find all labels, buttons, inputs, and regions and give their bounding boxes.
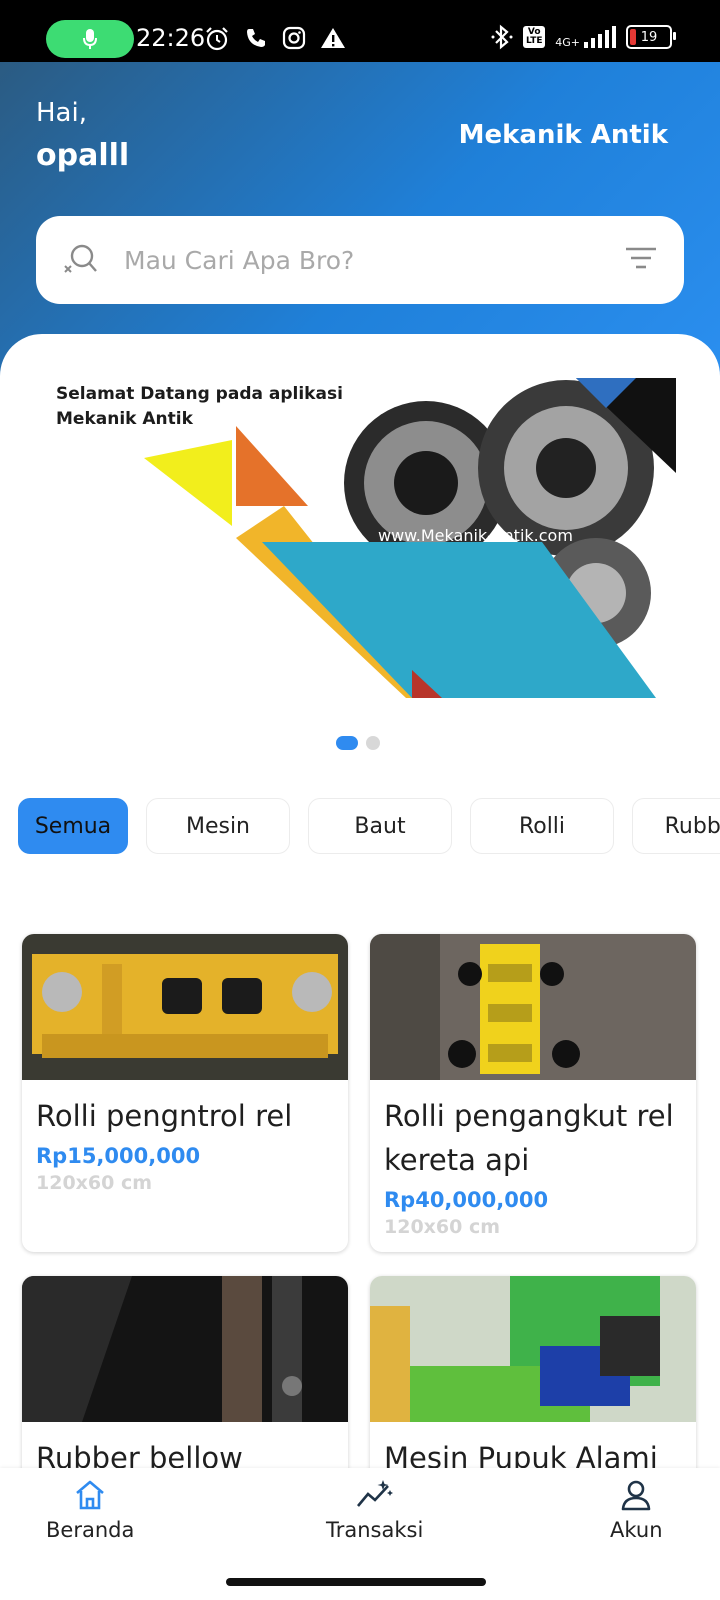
status-time: 22:26 [136, 24, 206, 52]
chip-rubber[interactable]: Rubber [632, 798, 720, 854]
product-size: 120x60 cm [384, 1216, 501, 1238]
banner-text: Selamat Datang pada aplikasi Mekanik Ant… [56, 384, 343, 429]
filter-icon[interactable] [624, 244, 658, 274]
username-text: opalll [36, 138, 130, 173]
carousel-indicator [336, 736, 380, 750]
chip-label: Semua [34, 813, 112, 839]
alarm-icon [206, 27, 228, 51]
bluetooth-icon [491, 24, 513, 50]
product-card[interactable]: Rolli pengntrol rel Rp15,000,000 120x60 … [22, 934, 348, 1252]
user-icon [621, 1480, 651, 1511]
product-image [22, 934, 348, 1080]
transaction-icon [356, 1480, 393, 1507]
product-title: Rolli pengangkut rel kereta api [384, 1099, 674, 1177]
chip-baut[interactable]: Baut [308, 798, 452, 854]
chip-label: Rolli [518, 813, 566, 839]
carousel-dot-active[interactable] [336, 736, 358, 750]
microphone-icon [83, 29, 97, 49]
product-price: Rp40,000,000 [384, 1188, 549, 1212]
chip-rolli[interactable]: Rolli [470, 798, 614, 854]
chip-label: Mesin [185, 813, 251, 839]
product-image [370, 934, 696, 1080]
nav-label: Akun [610, 1518, 663, 1542]
nav-label: Beranda [46, 1518, 135, 1542]
product-size: 120x60 cm [36, 1172, 153, 1194]
home-icon [76, 1480, 105, 1510]
signal-icon [584, 26, 616, 48]
network-type: 4G+ [555, 36, 580, 49]
phone-icon [247, 29, 265, 47]
home-indicator[interactable] [226, 1578, 486, 1586]
product-title: Rolli pengntrol rel [36, 1099, 293, 1133]
nav-transaksi[interactable]: Transaksi [326, 1478, 423, 1542]
product-image [370, 1276, 696, 1422]
brand-title: Mekanik Antik [458, 120, 668, 150]
chip-semua[interactable]: Semua [18, 798, 128, 854]
search-icon [64, 244, 97, 273]
volte-icon: Vo LTE [523, 26, 546, 48]
mic-indicator [46, 20, 134, 58]
nav-beranda[interactable]: Beranda [46, 1478, 134, 1542]
search-bar[interactable] [36, 216, 684, 304]
banner-url: www.Mekanik-Antik.com [378, 526, 573, 545]
status-bar: 22:26 Vo LTE 4G+ 19 [0, 0, 720, 62]
chip-label: Rubber [664, 813, 720, 839]
category-chips: Semua Mesin Baut Rolli Rubber [18, 798, 720, 854]
battery-icon: 19 [626, 25, 676, 49]
nav-label: Transaksi [326, 1518, 424, 1542]
promo-banner[interactable]: Selamat Datang pada aplikasi Mekanik Ant… [36, 378, 680, 712]
chip-mesin[interactable]: Mesin [146, 798, 290, 854]
battery-level: 19 [640, 29, 658, 45]
greeting-text: Hai, [36, 98, 87, 128]
search-input[interactable] [122, 244, 596, 276]
nav-akun[interactable]: Akun [610, 1478, 663, 1542]
carousel-dot[interactable] [366, 736, 380, 750]
warning-icon [321, 28, 345, 48]
chip-label: Baut [354, 813, 406, 839]
product-image [22, 1276, 348, 1422]
product-card[interactable]: Rolli pengangkut rel kereta api Rp40,000… [370, 934, 696, 1252]
product-price: Rp15,000,000 [36, 1144, 201, 1168]
instagram-icon [282, 26, 306, 50]
